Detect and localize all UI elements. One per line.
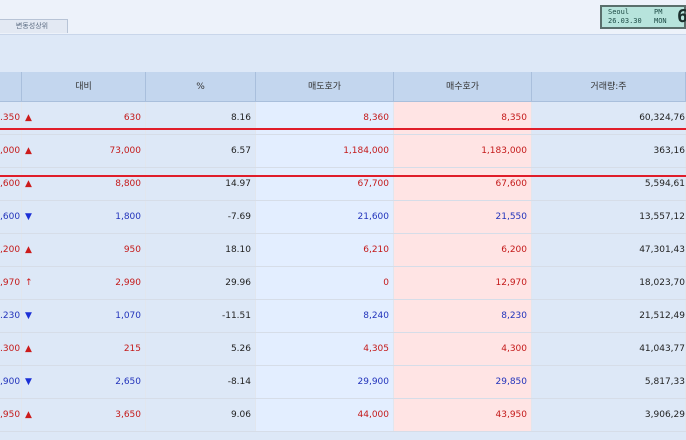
change-cell: 2,650 ▼ bbox=[22, 366, 146, 398]
header-volume[interactable]: 거래량:주 bbox=[532, 72, 686, 102]
price-cell: ,200 bbox=[0, 234, 22, 266]
table-row[interactable]: ,970 2,990 ↑ 29.96 0 12,970 18,023,70 bbox=[0, 267, 686, 300]
volume-cell: 41,043,77 bbox=[532, 333, 686, 365]
price-cell: ,000 bbox=[0, 135, 22, 167]
change-cell: 1,070 ▼ bbox=[22, 300, 146, 332]
clock-widget: Seoul PM 26.03.30 MON 6 bbox=[600, 5, 686, 29]
volume-cell: 21,512,49 bbox=[532, 300, 686, 332]
bid-price-cell: 1,183,000 bbox=[394, 135, 532, 167]
up-arrow-icon: ▲ bbox=[25, 410, 32, 420]
change-cell: 8,800 ▲ bbox=[22, 168, 146, 200]
selection-line-top bbox=[0, 128, 686, 130]
price-cell: ,900 bbox=[0, 366, 22, 398]
table-row[interactable]: ,600 1,800 ▼ -7.69 21,600 21,550 13,557,12 bbox=[0, 201, 686, 234]
ask-price-cell: 8,240 bbox=[256, 300, 394, 332]
percent-cell: -8.14 bbox=[146, 366, 256, 398]
up-arrow-icon: ▲ bbox=[25, 344, 32, 354]
bid-price-cell: 4,300 bbox=[394, 333, 532, 365]
bid-price-cell: 8,230 bbox=[394, 300, 532, 332]
up-arrow-icon: ▲ bbox=[25, 179, 32, 189]
volume-cell: 18,023,70 bbox=[532, 267, 686, 299]
volume-cell: 3,906,29 bbox=[532, 399, 686, 431]
bid-price-cell: 67,600 bbox=[394, 168, 532, 200]
bid-price-cell: 21,550 bbox=[394, 201, 532, 233]
header-change[interactable]: 대비 bbox=[22, 72, 146, 102]
bid-price-cell: 6,200 bbox=[394, 234, 532, 266]
bid-price-cell: 43,950 bbox=[394, 399, 532, 431]
change-cell: 3,650 ▲ bbox=[22, 399, 146, 431]
ask-price-cell: 6,210 bbox=[256, 234, 394, 266]
price-cell: ,970 bbox=[0, 267, 22, 299]
up-arrow-icon: ↑ bbox=[25, 278, 33, 288]
ask-price-cell: 4,305 bbox=[256, 333, 394, 365]
price-cell: .300 bbox=[0, 333, 22, 365]
ask-price-cell: 0 bbox=[256, 267, 394, 299]
percent-cell: -11.51 bbox=[146, 300, 256, 332]
table-row[interactable]: ,600 8,800 ▲ 14.97 67,700 67,600 5,594,61 bbox=[0, 168, 686, 201]
ask-price-cell: 67,700 bbox=[256, 168, 394, 200]
volume-cell: 5,817,33 bbox=[532, 366, 686, 398]
ask-price-cell: 44,000 bbox=[256, 399, 394, 431]
table-row[interactable]: ,950 3,650 ▲ 9.06 44,000 43,950 3,906,29 bbox=[0, 399, 686, 432]
change-cell: 2,990 ↑ bbox=[22, 267, 146, 299]
percent-cell: -7.69 bbox=[146, 201, 256, 233]
table-row[interactable]: .350 630 ▲ 8.16 8,360 8,350 60,324,76 bbox=[0, 102, 686, 135]
clock-weekday: MON bbox=[654, 17, 667, 25]
clock-date: 26.03.30 bbox=[608, 17, 642, 25]
table-row[interactable]: ,000 73,000 ▲ 6.57 1,184,000 1,183,000 363,16 bbox=[0, 135, 686, 168]
tab-volatility-top[interactable]: 변동성상위 bbox=[0, 19, 68, 33]
header-bid-price[interactable]: 매수호가 bbox=[394, 72, 532, 102]
table-row[interactable]: .300 215 ▲ 5.26 4,305 4,300 41,043,77 bbox=[0, 333, 686, 366]
percent-cell: 29.96 bbox=[146, 267, 256, 299]
filter-band bbox=[0, 35, 686, 72]
percent-cell: 14.97 bbox=[146, 168, 256, 200]
selection-line-bottom bbox=[0, 175, 686, 177]
ask-price-cell: 21,600 bbox=[256, 201, 394, 233]
clock-big-digit: 6 bbox=[677, 6, 686, 27]
percent-cell: 6.57 bbox=[146, 135, 256, 167]
volume-cell: 13,557,12 bbox=[532, 201, 686, 233]
change-cell: 1,800 ▼ bbox=[22, 201, 146, 233]
up-arrow-icon: ▲ bbox=[25, 146, 32, 156]
ask-price-cell: 29,900 bbox=[256, 366, 394, 398]
bid-price-cell: 29,850 bbox=[394, 366, 532, 398]
change-cell: 215 ▲ bbox=[22, 333, 146, 365]
header-price[interactable] bbox=[0, 72, 22, 102]
volume-cell: 47,301,43 bbox=[532, 234, 686, 266]
percent-cell: 9.06 bbox=[146, 399, 256, 431]
price-cell: .230 bbox=[0, 300, 22, 332]
table-row[interactable]: ,200 950 ▲ 18.10 6,210 6,200 47,301,43 bbox=[0, 234, 686, 267]
table-row[interactable]: ,900 2,650 ▼ -8.14 29,900 29,850 5,817,33 bbox=[0, 366, 686, 399]
header-ask-price[interactable]: 매도호가 bbox=[256, 72, 394, 102]
ask-price-cell: 1,184,000 bbox=[256, 135, 394, 167]
down-arrow-icon: ▼ bbox=[25, 311, 32, 321]
down-arrow-icon: ▼ bbox=[25, 377, 32, 387]
price-cell: ,600 bbox=[0, 168, 22, 200]
percent-cell: 18.10 bbox=[146, 234, 256, 266]
percent-cell: 5.26 bbox=[146, 333, 256, 365]
price-cell: ,600 bbox=[0, 201, 22, 233]
top-toolbar: 변동성상위 Seoul PM 26.03.30 MON 6 bbox=[0, 0, 686, 35]
volume-cell: 5,594,61 bbox=[532, 168, 686, 200]
change-cell: 73,000 ▲ bbox=[22, 135, 146, 167]
down-arrow-icon: ▼ bbox=[25, 212, 32, 222]
table-row[interactable]: .230 1,070 ▼ -11.51 8,240 8,230 21,512,49 bbox=[0, 300, 686, 333]
price-cell: ,950 bbox=[0, 399, 22, 431]
clock-ampm: PM bbox=[654, 8, 663, 16]
volume-cell: 363,16 bbox=[532, 135, 686, 167]
header-percent[interactable]: % bbox=[146, 72, 256, 102]
up-arrow-icon: ▲ bbox=[25, 245, 32, 255]
change-cell: 950 ▲ bbox=[22, 234, 146, 266]
bid-price-cell: 12,970 bbox=[394, 267, 532, 299]
clock-city: Seoul bbox=[608, 8, 630, 16]
